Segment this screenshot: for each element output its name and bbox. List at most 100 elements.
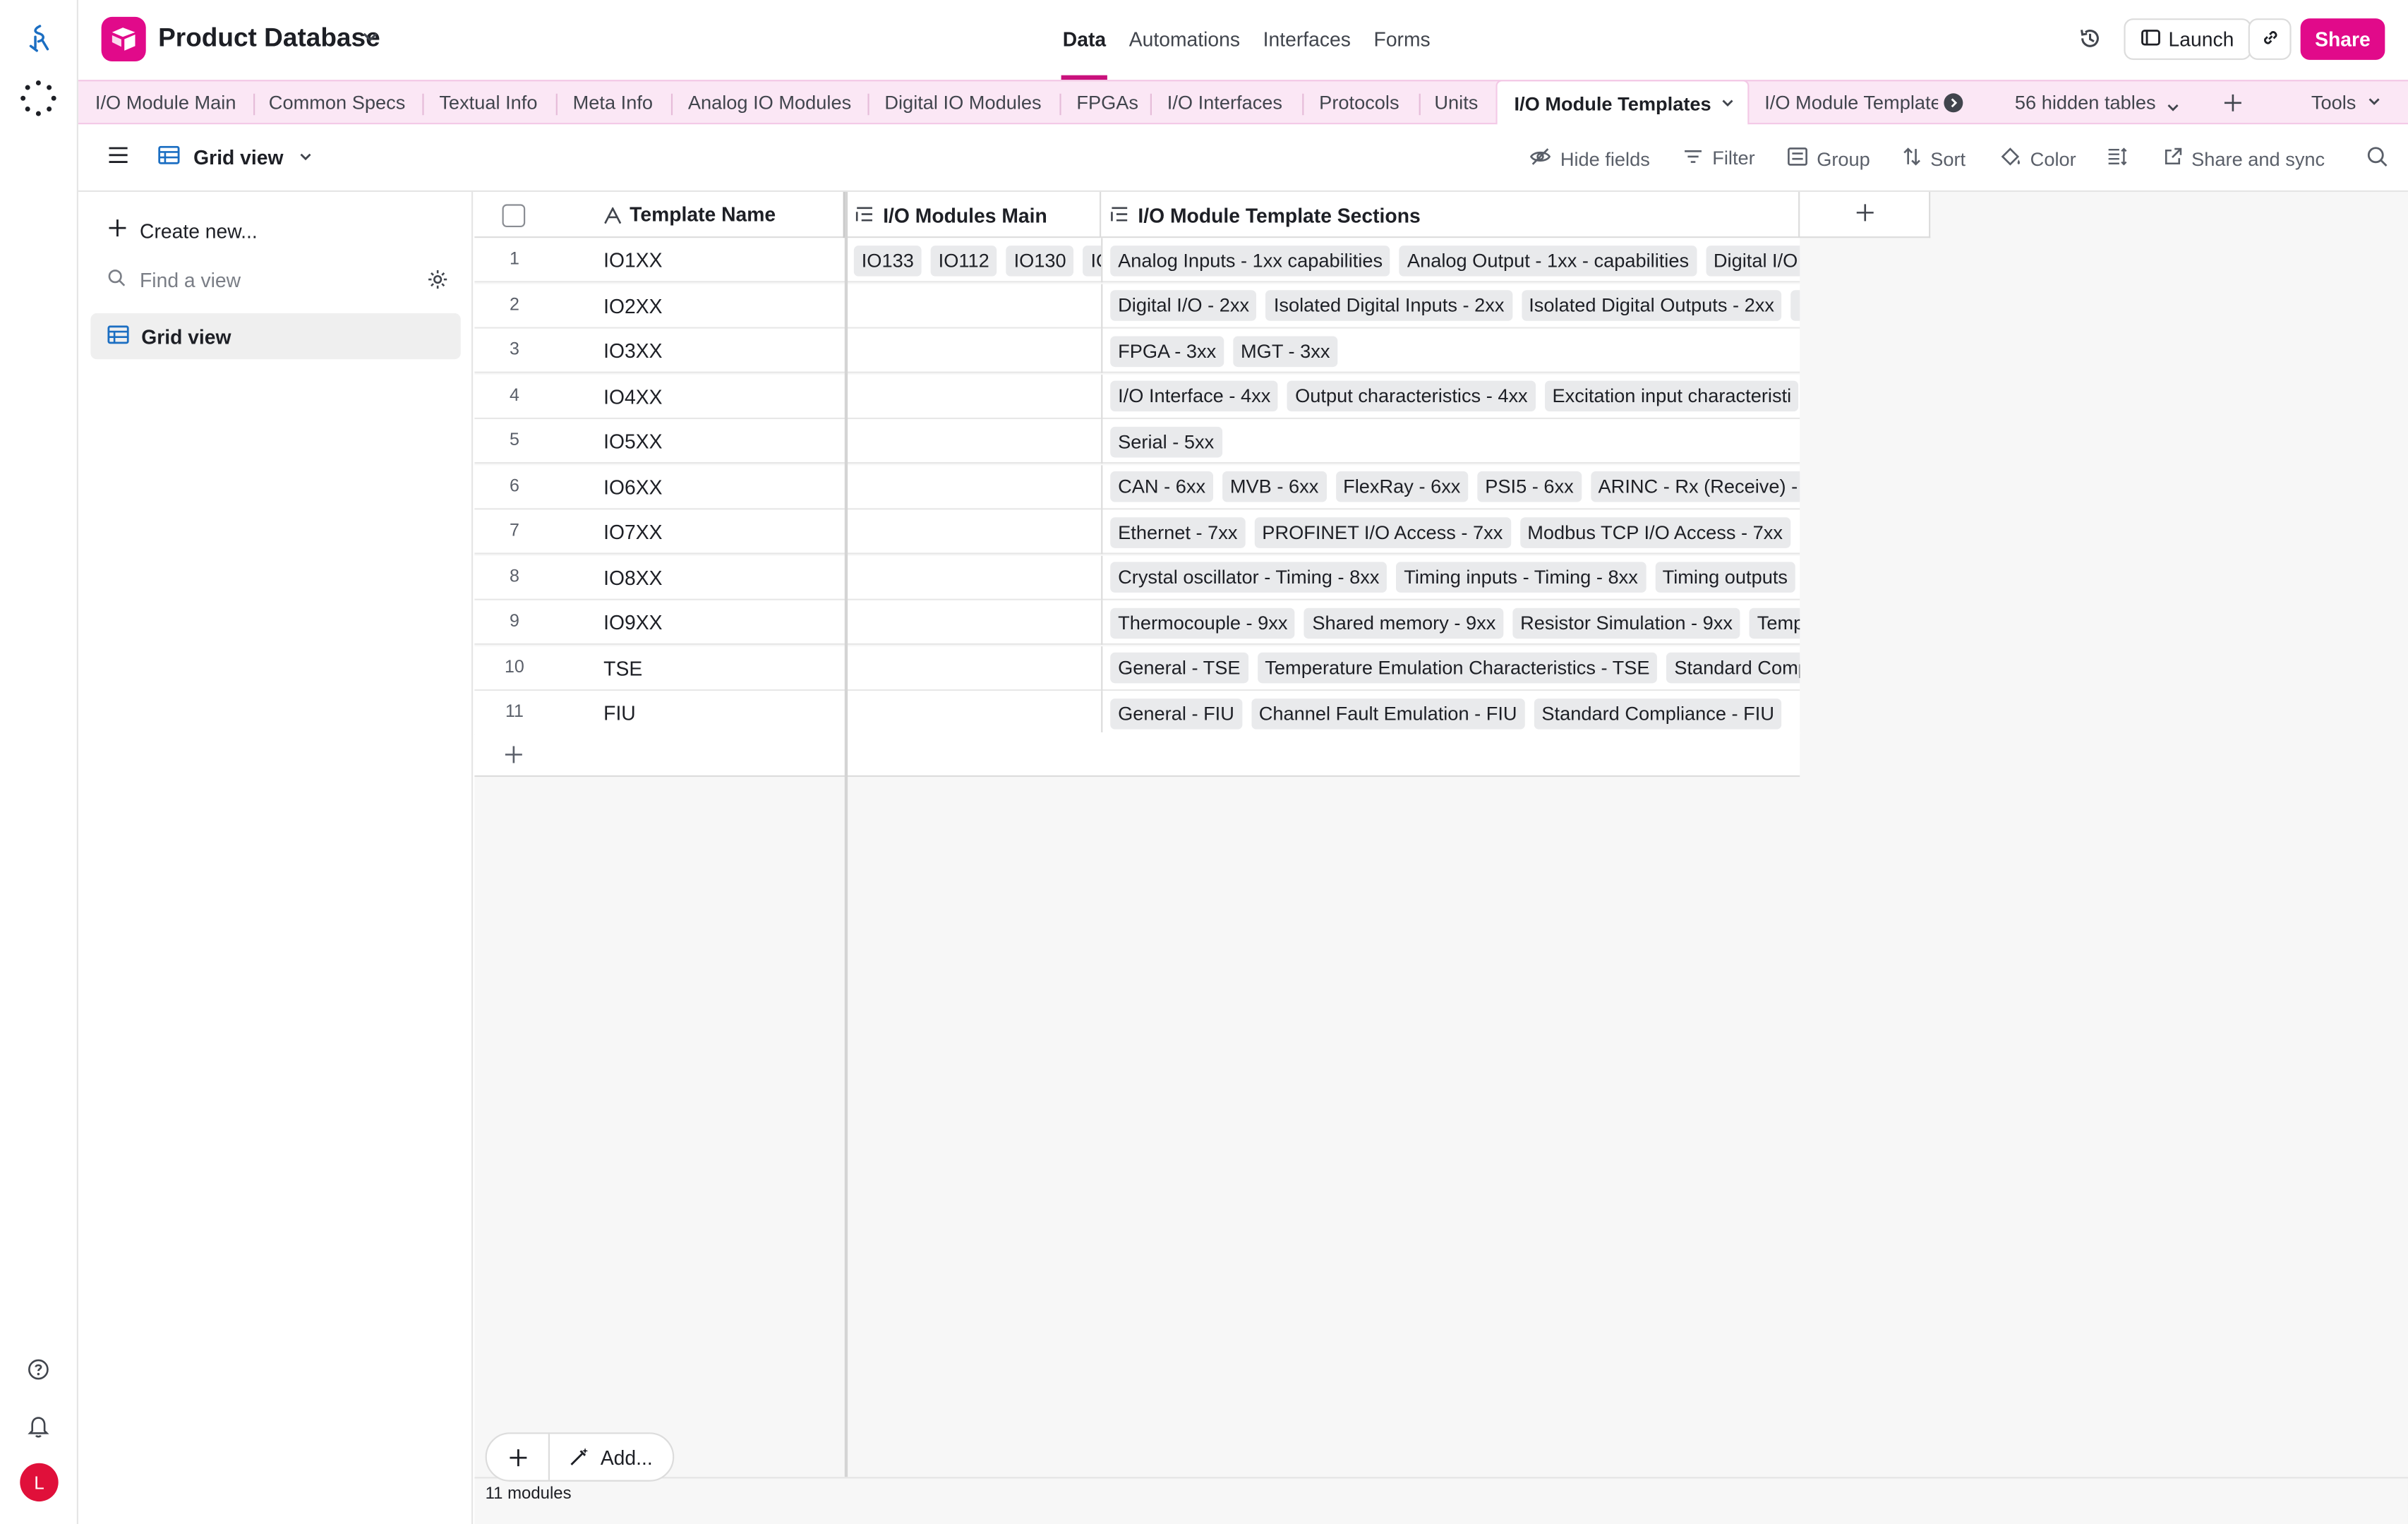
template-sections-cell[interactable]: Analog Inputs - 1xx capabilities Analog O…: [1101, 238, 1800, 283]
template-name-cell[interactable]: IO9XX: [603, 611, 662, 634]
add-field-button[interactable]: [1800, 192, 1931, 238]
linked-record-pill[interactable]: I/O Interface - 4xx: [1110, 380, 1279, 412]
add-record-button[interactable]: [508, 1448, 528, 1475]
home-icon[interactable]: [20, 20, 56, 56]
tab-io-module-main[interactable]: I/O Module Main: [95, 92, 236, 114]
tab-meta-info[interactable]: Meta Info: [573, 92, 653, 114]
sidebar-item-grid-view[interactable]: Grid view: [90, 313, 461, 360]
linked-record-pill[interactable]: Thermocouple - 9xx: [1110, 607, 1296, 639]
linked-record-pill[interactable]: Digital I/O: [1706, 245, 1800, 276]
add-row-button[interactable]: [474, 732, 1800, 778]
nav-forms[interactable]: Forms: [1374, 28, 1431, 51]
table-row[interactable]: 10 TSE General - TSE Temperature Emulation …: [474, 646, 1800, 691]
linked-record-pill[interactable]: MGT - 3xx: [1233, 335, 1338, 366]
io-modules-main-cell[interactable]: [846, 555, 1101, 600]
template-sections-cell[interactable]: Crystal oscillator - Timing - 8xx Timing …: [1101, 555, 1800, 600]
linked-record-pill[interactable]: [1790, 290, 1800, 321]
nav-automations[interactable]: Automations: [1129, 28, 1240, 51]
tab-analog-io-modules[interactable]: Analog IO Modules: [688, 92, 851, 114]
template-name-cell[interactable]: TSE: [603, 656, 642, 679]
table-row[interactable]: 6 IO6XX CAN - 6xx MVB - 6xx FlexRay - 6xx PSI…: [474, 464, 1800, 509]
tab-units[interactable]: Units: [1434, 92, 1478, 114]
template-name-cell[interactable]: IO2XX: [603, 294, 662, 318]
table-row[interactable]: 9 IO9XX Thermocouple - 9xx Shared memory - …: [474, 600, 1800, 645]
bell-icon[interactable]: [20, 1408, 56, 1444]
share-sync-button[interactable]: Share and sync: [2164, 147, 2325, 171]
io-modules-main-cell[interactable]: [846, 329, 1101, 373]
hide-fields-button[interactable]: Hide fields: [1529, 147, 1650, 171]
hidden-tables-button[interactable]: 56 hidden tables: [1938, 81, 2316, 124]
tools-menu[interactable]: Tools: [2311, 92, 2383, 114]
linked-record-pill[interactable]: General - FIU: [1110, 697, 1242, 729]
gear-icon[interactable]: [427, 269, 448, 295]
sort-button[interactable]: Sort: [1903, 147, 1965, 171]
table-row[interactable]: 2 IO2XX Digital I/O - 2xx Isolated Digital …: [474, 283, 1800, 328]
template-sections-cell[interactable]: FPGA - 3xx MGT - 3xx: [1101, 328, 1800, 373]
search-icon[interactable]: [2366, 146, 2388, 167]
template-sections-cell[interactable]: General - TSE Temperature Emulation Chara…: [1101, 646, 1800, 691]
column-header-io-modules-main[interactable]: I/O Modules Main: [846, 192, 1102, 238]
tab-digital-io-modules[interactable]: Digital IO Modules: [884, 92, 1041, 114]
chevron-down-icon[interactable]: [361, 26, 379, 54]
tab-protocols[interactable]: Protocols: [1319, 92, 1399, 114]
nav-interfaces[interactable]: Interfaces: [1263, 28, 1351, 51]
copy-link-button[interactable]: [2248, 18, 2292, 60]
linked-record-pill[interactable]: Output characteristics - 4xx: [1287, 380, 1536, 412]
io-modules-main-cell[interactable]: [846, 691, 1101, 735]
linked-record-pill[interactable]: Timing outputs: [1654, 562, 1795, 593]
template-sections-cell[interactable]: CAN - 6xx MVB - 6xx FlexRay - 6xx PSI5 - 6x…: [1101, 464, 1800, 509]
launch-button[interactable]: Launch: [2124, 18, 2251, 60]
io-modules-main-cell[interactable]: [846, 646, 1101, 690]
add-menu-label[interactable]: Add...: [601, 1446, 653, 1470]
primary-column-header[interactable]: Template Name: [474, 192, 846, 238]
template-name-cell[interactable]: IO8XX: [603, 566, 662, 589]
row-height-icon[interactable]: [2107, 147, 2128, 166]
linked-record-pill[interactable]: PROFINET I/O Access - 7xx: [1254, 516, 1511, 548]
linked-record-pill[interactable]: Shared memory - 9xx: [1304, 607, 1504, 639]
nav-data[interactable]: Data: [1061, 28, 1108, 80]
create-new-view-button[interactable]: Create new...: [107, 218, 258, 243]
linked-record-pill[interactable]: FPGA - 3xx: [1110, 335, 1224, 366]
share-button[interactable]: Share: [2300, 18, 2385, 60]
io-modules-main-cell[interactable]: [846, 600, 1101, 645]
linked-record-pill[interactable]: General - TSE: [1110, 652, 1248, 684]
app-title[interactable]: Product Database: [158, 23, 380, 54]
template-sections-cell[interactable]: Ethernet - 7xx PROFINET I/O Access - 7xx M…: [1101, 509, 1800, 555]
table-row[interactable]: 8 IO8XX Crystal oscillator - Timing - 8xx T…: [474, 555, 1800, 600]
tab-textual-info[interactable]: Textual Info: [439, 92, 537, 114]
user-avatar[interactable]: L: [20, 1463, 59, 1502]
color-button[interactable]: Color: [1999, 147, 2076, 172]
linked-record-pill[interactable]: Channel Fault Emulation - FIU: [1251, 697, 1525, 729]
template-name-cell[interactable]: IO7XX: [603, 521, 662, 544]
help-icon[interactable]: [20, 1351, 56, 1388]
table-row[interactable]: 3 IO3XX FPGA - 3xx MGT - 3xx: [474, 328, 1800, 373]
template-sections-cell[interactable]: Thermocouple - 9xx Shared memory - 9xx Res…: [1101, 600, 1800, 645]
linked-record-pill[interactable]: MVB - 6xx: [1222, 471, 1327, 502]
io-modules-main-cell[interactable]: IO133 IO112 IO130 IO1: [846, 238, 1102, 282]
linked-record-pill[interactable]: Serial - 5xx: [1110, 425, 1222, 457]
table-row[interactable]: 11 FIU General - FIU Channel Fault Emulatio…: [474, 691, 1800, 736]
template-name-cell[interactable]: IO6XX: [603, 475, 662, 498]
io-modules-main-cell[interactable]: [846, 283, 1101, 327]
linked-record-pill[interactable]: Temperature Emulation Characteristics - …: [1257, 652, 1658, 684]
tab-common-specs[interactable]: Common Specs: [269, 92, 406, 114]
linked-record-pill[interactable]: Excitation input characteristi: [1544, 380, 1800, 412]
group-button[interactable]: Group: [1788, 147, 1870, 171]
template-sections-cell[interactable]: Serial - 5xx: [1101, 419, 1800, 464]
product-logo-icon[interactable]: [101, 16, 146, 62]
history-icon[interactable]: [2078, 26, 2102, 59]
linked-record-pill[interactable]: Analog Output - 1xx - capabilities: [1399, 245, 1697, 276]
filter-button[interactable]: Filter: [1683, 147, 1755, 169]
tab-io-module-template[interactable]: I/O Module Template: [1764, 92, 1938, 114]
linked-record-pill[interactable]: Resistor Simulation - 9xx: [1512, 607, 1740, 639]
linked-record-pill[interactable]: Temp: [1749, 607, 1800, 639]
table-row[interactable]: 1IO1XXIO133IO112IO130IO1Analog Inputs - …: [474, 238, 1800, 283]
find-view-input[interactable]: Find a view: [107, 269, 448, 295]
linked-record-pill[interactable]: IO130: [1006, 245, 1074, 276]
linked-record-pill[interactable]: ARINC - Rx (Receive) - 6: [1590, 471, 1800, 502]
template-name-cell[interactable]: IO5XX: [603, 430, 662, 453]
chevron-down-icon[interactable]: [1721, 93, 1736, 114]
select-all-checkbox[interactable]: [502, 204, 526, 228]
chevron-right-circle-icon[interactable]: [1943, 92, 1964, 121]
linked-record-pill[interactable]: IO1: [1083, 245, 1102, 276]
